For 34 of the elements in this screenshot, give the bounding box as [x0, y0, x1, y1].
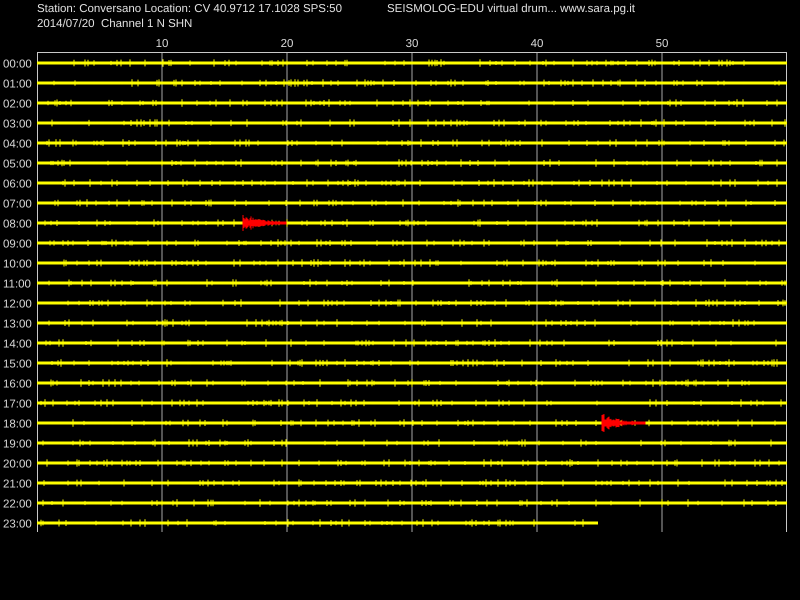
hour-label: 23:00 — [3, 518, 32, 530]
earthquake-burst — [602, 414, 646, 432]
axis-tick-label: 20 — [280, 38, 294, 50]
hour-label: 08:00 — [3, 218, 32, 230]
hour-label: 05:00 — [3, 158, 32, 170]
hour-label: 22:00 — [3, 498, 32, 510]
axis-tick-label: 30 — [406, 38, 418, 50]
app-title: SEISMOLOG-EDU virtual drum... www.sara.pg.it — [387, 2, 635, 17]
hour-label: 21:00 — [3, 478, 32, 490]
axis-tick-label: 50 — [656, 38, 668, 50]
hour-label: 06:00 — [3, 178, 32, 190]
hour-label: 04:00 — [3, 138, 32, 150]
hour-label: 19:00 — [3, 438, 32, 450]
hour-label: 10:00 — [3, 258, 32, 270]
hour-label: 09:00 — [3, 238, 32, 250]
axis-tick-label: 10 — [156, 38, 168, 50]
hour-label: 14:00 — [3, 338, 32, 350]
hour-label: 12:00 — [3, 298, 32, 310]
hour-label: 15:00 — [3, 358, 32, 370]
hour-label: 18:00 — [3, 418, 32, 430]
hour-label: 01:00 — [3, 78, 32, 90]
station-info: Station: Conversano Location: CV 40.9712 17.1028 SPS:50 — [37, 2, 343, 17]
earthquake-burst — [242, 214, 286, 232]
hour-label: 02:00 — [3, 98, 32, 110]
hour-label: 13:00 — [3, 318, 32, 330]
hour-label: 00:00 — [3, 58, 32, 70]
hour-label: 03:00 — [3, 118, 32, 130]
hour-label: 20:00 — [3, 458, 32, 470]
hour-label: 07:00 — [3, 198, 32, 210]
hour-label: 17:00 — [3, 398, 32, 410]
date-channel-info: 2014/07/20 Channel 1 N SHN — [37, 17, 192, 32]
axis-tick-label: 40 — [530, 38, 544, 50]
hour-label: 16:00 — [3, 378, 32, 390]
hour-label: 11:00 — [3, 278, 31, 290]
